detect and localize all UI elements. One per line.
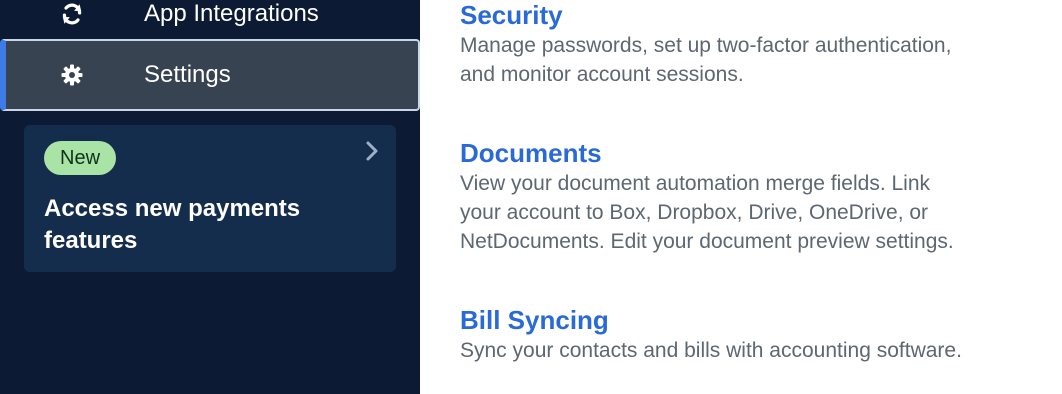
description-line: your account to Box, Dropbox, Drive, One… [460, 201, 929, 224]
sidebar: App Integrations Settings New Access new… [0, 0, 420, 394]
sidebar-item-settings[interactable]: Settings [0, 39, 420, 111]
description-line: NetDocuments. Edit your document preview… [460, 230, 954, 253]
promo-title: Access new payments features [44, 195, 301, 254]
documents-description: View your document automation merge fiel… [460, 169, 954, 256]
sidebar-item-label: App Integrations [144, 0, 319, 27]
security-link[interactable]: Security [460, 0, 951, 30]
refresh-icon [59, 1, 85, 27]
documents-section: Documents View your document automation … [460, 138, 954, 256]
description-line: and monitor account sessions. [460, 63, 744, 86]
sidebar-item-app-integrations[interactable]: App Integrations [0, 0, 420, 34]
security-description: Manage passwords, set up two-factor auth… [460, 31, 951, 89]
chevron-right-icon [362, 139, 382, 163]
bill-syncing-link[interactable]: Bill Syncing [460, 305, 962, 335]
new-badge: New [44, 141, 117, 175]
description-line: View your document automation merge fiel… [460, 172, 931, 195]
documents-link[interactable]: Documents [460, 138, 954, 168]
bill-syncing-description: Sync your contacts and bills with accoun… [460, 336, 962, 365]
description-line: Sync your contacts and bills with accoun… [460, 339, 962, 362]
payments-promo-card[interactable]: New Access new payments features [24, 125, 396, 272]
bill-syncing-section: Bill Syncing Sync your contacts and bill… [460, 305, 962, 365]
description-line: Manage passwords, set up two-factor auth… [460, 34, 952, 57]
security-section: Security Manage passwords, set up two-fa… [460, 0, 951, 89]
gear-icon [59, 62, 85, 88]
sidebar-item-label: Settings [144, 61, 231, 88]
